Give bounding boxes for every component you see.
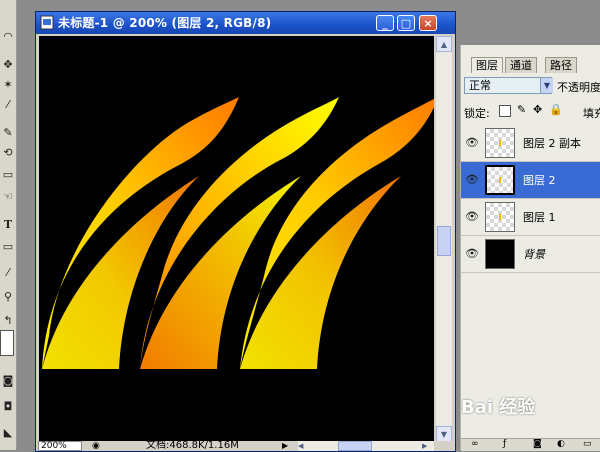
document-icon	[40, 15, 54, 30]
eye-icon[interactable]: 👁	[465, 246, 479, 260]
layer-style-icon[interactable]: ƒ	[503, 439, 506, 450]
layer-thumbnail	[485, 202, 515, 232]
tab-layers[interactable]: 图层	[471, 57, 503, 73]
layer-row[interactable]: 👁 图层 1	[461, 199, 600, 236]
eye-icon[interactable]: 👁	[465, 209, 479, 223]
layer-thumbnail	[485, 165, 515, 195]
tab-paths[interactable]: 路径	[545, 57, 577, 73]
window-title: 未标题-1 @ 200% (图层 2, RGB/8)	[58, 16, 272, 30]
lasso-tool-icon[interactable]: ◠	[1, 28, 15, 44]
lock-label: 锁定:	[464, 107, 490, 120]
smudge-tool-icon[interactable]: ☜	[1, 188, 15, 204]
lock-paint-icon[interactable]: ✎	[517, 103, 526, 116]
slice-tool-icon[interactable]: ⁄	[1, 96, 15, 112]
eyedropper-icon[interactable]: ⁄	[1, 264, 15, 280]
shape-tool-icon[interactable]: ▭	[1, 238, 15, 254]
panel-footer: ∞ ƒ ◙ ◐ ▭	[461, 438, 600, 451]
lock-move-icon[interactable]: ✥	[533, 103, 542, 116]
close-button[interactable]: ×	[419, 15, 437, 31]
lock-row: 锁定: ✎ ✥ 🔒 填充	[461, 103, 600, 121]
doc-size-info: 文档:468.8K/1.16M	[146, 440, 239, 451]
magic-wand-icon[interactable]: ✶	[1, 76, 15, 92]
scroll-up-icon[interactable]: ▲	[436, 36, 452, 52]
layer-name: 图层 2 副本	[523, 137, 581, 150]
layer-name: 图层 1	[523, 211, 556, 224]
layer-name: 背景	[523, 248, 545, 261]
panel-tabs: 图层 通道 路径	[461, 57, 600, 73]
type-tool-icon[interactable]: T	[1, 216, 15, 232]
vertical-scroll-thumb[interactable]	[437, 226, 451, 256]
background-color-swatch[interactable]	[0, 330, 14, 356]
lock-transparency-icon[interactable]	[499, 105, 511, 117]
fill-label: 填充	[583, 107, 600, 120]
blend-mode-select[interactable]: 正常	[464, 77, 552, 94]
chevron-down-icon[interactable]: ▼	[540, 78, 553, 93]
watermark-logo: Bai 经验	[461, 397, 536, 418]
jump-to-imageready-icon[interactable]: ◣	[1, 424, 15, 440]
layer-thumbnail	[485, 128, 515, 158]
lock-all-icon[interactable]: 🔒	[549, 103, 563, 116]
layers-panel: 图层 通道 路径 正常 ▼ 不透明度 锁定: ✎ ✥ 🔒 填充 👁 图层 2 副…	[460, 45, 600, 451]
image-canvas[interactable]	[39, 36, 434, 442]
tab-channels[interactable]: 通道	[505, 57, 537, 73]
layer-row[interactable]: 👁 图层 2 副本	[461, 125, 600, 162]
new-group-icon[interactable]: ▭	[583, 439, 592, 450]
eye-icon[interactable]: 👁	[465, 135, 479, 149]
layer-row[interactable]: 👁 背景	[461, 236, 600, 273]
quickmask-icon[interactable]: ◙	[1, 372, 15, 388]
move-tool-icon[interactable]: ✥	[1, 56, 15, 72]
canvas-artwork	[42, 97, 434, 369]
vertical-scrollbar[interactable]: ▲ ▼	[436, 36, 452, 442]
toolbox: ◠ ✥ ✶ ⁄ ✎ ⟲ ▭ ☜ T ▭ ⁄ ⚲ ↰ ◙ ◘ ◣	[0, 0, 17, 450]
gradient-tool-icon[interactable]: ▭	[1, 166, 15, 182]
layer-row-selected[interactable]: 👁 图层 2	[461, 162, 600, 199]
layer-thumbnail	[485, 239, 515, 269]
title-bar[interactable]: 未标题-1 @ 200% (图层 2, RGB/8) _ □ ×	[36, 12, 455, 34]
adjustment-layer-icon[interactable]: ◐	[557, 439, 565, 450]
opacity-label: 不透明度	[557, 81, 600, 94]
zoom-tool-icon[interactable]: ⚲	[1, 288, 15, 304]
maximize-button[interactable]: □	[397, 15, 415, 31]
swap-colors-icon[interactable]: ↰	[1, 312, 15, 328]
brush-tool-icon[interactable]: ✎	[1, 124, 15, 140]
document-window: 未标题-1 @ 200% (图层 2, RGB/8) _ □ × ▲ ▼ 200…	[35, 11, 456, 452]
screen-mode-icon[interactable]: ◘	[1, 398, 15, 414]
layer-name: 图层 2	[523, 174, 556, 187]
scroll-down-icon[interactable]: ▼	[436, 426, 452, 442]
minimize-button[interactable]: _	[376, 15, 394, 31]
eye-icon[interactable]: 👁	[465, 172, 479, 186]
history-brush-icon[interactable]: ⟲	[1, 144, 15, 160]
layer-mask-icon[interactable]: ◙	[533, 439, 542, 450]
link-layers-icon[interactable]: ∞	[471, 439, 479, 450]
